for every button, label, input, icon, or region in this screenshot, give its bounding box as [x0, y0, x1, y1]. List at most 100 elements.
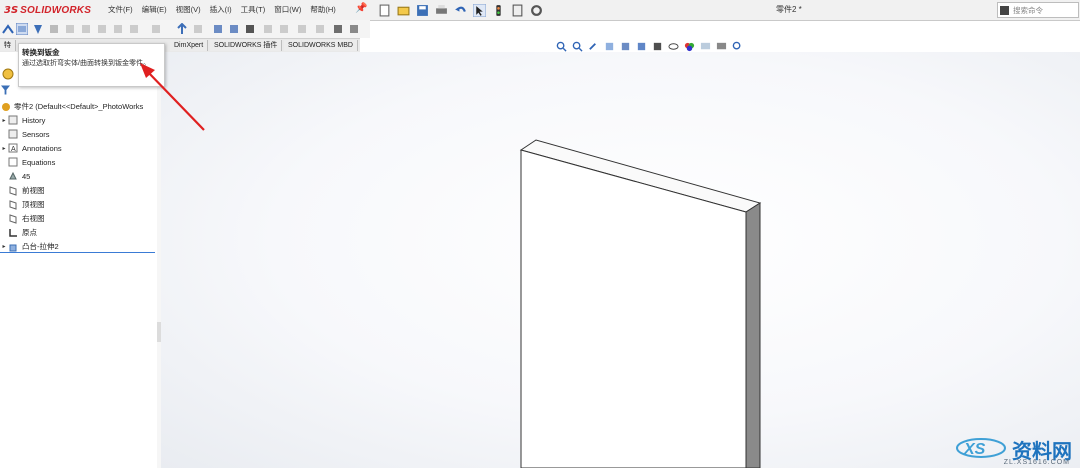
material-icon	[9, 171, 17, 180]
expand-arrow-icon[interactable]: ▸	[0, 145, 8, 152]
tab-dimxpert[interactable]: DimXpert	[170, 40, 209, 51]
logo-ds: 3S	[4, 4, 19, 16]
traffic-light-icon[interactable]	[492, 4, 505, 17]
tab-solidworks-mbd[interactable]: SOLIDWORKS MBD	[284, 40, 358, 51]
apply-scene-icon[interactable]	[700, 41, 711, 52]
tree-item-annotations[interactable]: ▸ A Annotations	[0, 143, 62, 153]
tree-item-sensors[interactable]: Sensors	[0, 129, 50, 139]
file-properties-icon[interactable]	[511, 4, 524, 17]
filter-icon[interactable]	[1, 85, 10, 95]
undo-icon[interactable]	[454, 4, 467, 17]
menu-tools[interactable]: 工具(T)	[241, 4, 266, 15]
unfold-icon[interactable]	[176, 23, 188, 35]
tree-item-origin[interactable]: 原点	[0, 227, 37, 238]
feature-manager-icon[interactable]	[2, 68, 14, 80]
extruded-cut-icon[interactable]	[296, 23, 308, 35]
graphics-area[interactable]: XS 资料网 ZL.XS1616.COM	[161, 52, 1080, 468]
3d-model[interactable]	[161, 52, 1080, 468]
tree-item-material[interactable]: 45	[0, 171, 30, 181]
tab-solidworks-addins[interactable]: SOLIDWORKS 插件	[210, 40, 283, 51]
tree-item-top-plane[interactable]: 顶视图	[0, 199, 45, 210]
tree-item-label: 45	[22, 171, 31, 181]
command-manager-toolbar	[0, 20, 370, 38]
plane-icon	[9, 185, 17, 196]
edit-appearance-icon[interactable]	[684, 41, 695, 52]
feature-manager-panel: 零件2 (Default<<Default>_PhotoWorks ▸ Hist…	[0, 52, 158, 468]
convert-to-sheet-metal-icon[interactable]	[16, 23, 28, 35]
pin-icon[interactable]: 📌	[355, 3, 367, 14]
menu-view[interactable]: 视图(V)	[176, 4, 201, 15]
display-style-icon[interactable]	[652, 41, 663, 52]
jog-icon[interactable]	[96, 23, 108, 35]
title-bar: 3S SOLIDWORKS 文件(F) 编辑(E) 视图(V) 插入(I) 工具…	[0, 0, 1080, 21]
tree-item-equations[interactable]: Equations	[0, 157, 55, 167]
lofted-bend-icon[interactable]	[32, 23, 44, 35]
equations-icon	[8, 157, 18, 167]
tree-item-label: 顶视图	[22, 200, 45, 209]
tree-item-label: Annotations	[22, 143, 62, 153]
expand-arrow-icon[interactable]: ▸	[0, 243, 8, 250]
open-folder-icon[interactable]	[397, 4, 410, 17]
select-arrow-icon[interactable]	[473, 3, 486, 17]
tree-rollback-bar[interactable]	[0, 252, 155, 253]
rip-icon[interactable]	[244, 23, 256, 35]
tree-item-front-plane[interactable]: 前视图	[0, 185, 45, 196]
vent-icon[interactable]	[262, 23, 274, 35]
tree-root[interactable]: 零件2 (Default<<Default>_PhotoWorks	[1, 101, 143, 112]
search-command-box[interactable]: 搜索命令	[997, 2, 1079, 18]
view-settings-icon[interactable]	[716, 41, 727, 52]
svg-text:XS: XS	[963, 441, 986, 458]
fold-icon[interactable]	[192, 23, 204, 35]
new-document-icon[interactable]	[378, 4, 391, 17]
simple-hole-icon[interactable]	[314, 23, 326, 35]
options-gear-icon[interactable]	[530, 4, 543, 17]
tab-features[interactable]: 特	[0, 40, 16, 51]
tree-item-boss-extrude2[interactable]: ▸ 凸台-拉伸2	[0, 241, 59, 252]
tree-item-history[interactable]: ▸ History	[0, 115, 45, 125]
menu-edit[interactable]: 编辑(E)	[142, 4, 167, 15]
menu-insert[interactable]: 插入(I)	[210, 4, 232, 15]
plane-icon	[9, 199, 17, 210]
zoom-icon[interactable]	[732, 41, 743, 52]
menu-bar: 文件(F) 编辑(E) 视图(V) 插入(I) 工具(T) 窗口(W) 帮助(H…	[108, 4, 345, 15]
hide-show-items-icon[interactable]	[668, 41, 679, 52]
tree-item-label: 右视图	[22, 214, 45, 223]
flatten-icon[interactable]	[212, 23, 224, 35]
part-icon	[2, 102, 10, 111]
hem-icon[interactable]	[80, 23, 92, 35]
menu-file[interactable]: 文件(F)	[108, 4, 133, 15]
sheet-metal-icon[interactable]	[2, 23, 14, 35]
cross-break-icon[interactable]	[128, 23, 140, 35]
solid-body-icon[interactable]	[332, 23, 344, 35]
menu-help[interactable]: 帮助(H)	[310, 4, 335, 15]
annotations-icon: A	[8, 143, 18, 153]
edge-flange-icon[interactable]	[48, 23, 60, 35]
previous-view-icon[interactable]	[588, 41, 599, 52]
sheet-body-icon[interactable]	[348, 23, 360, 35]
zoom-to-area-icon[interactable]	[572, 41, 583, 52]
miter-flange-icon[interactable]	[64, 23, 76, 35]
sketched-bend-icon[interactable]	[112, 23, 124, 35]
menu-window[interactable]: 窗口(W)	[274, 4, 301, 15]
tooltip-title: 转换到钣金	[22, 48, 60, 57]
corners-icon[interactable]	[150, 23, 162, 35]
print-icon[interactable]	[435, 4, 448, 17]
heads-up-view-toolbar	[556, 41, 743, 52]
tree-item-label: 原点	[22, 228, 37, 237]
history-icon	[8, 115, 18, 125]
quick-access-toolbar	[378, 2, 543, 18]
zoom-to-fit-icon[interactable]	[556, 41, 567, 52]
view-orientation-icon[interactable]	[636, 41, 647, 52]
tree-item-label: 前视图	[22, 186, 45, 195]
save-icon[interactable]	[416, 4, 429, 17]
dynamic-annotation-icon[interactable]	[620, 41, 631, 52]
tree-item-label: Equations	[22, 157, 56, 167]
expand-arrow-icon[interactable]: ▸	[0, 117, 8, 124]
solidworks-logo[interactable]: 3S SOLIDWORKS	[4, 3, 91, 17]
plate-side-face	[745, 202, 761, 468]
forming-tool-icon[interactable]	[278, 23, 290, 35]
section-view-icon[interactable]	[604, 41, 615, 52]
no-bends-icon[interactable]	[228, 23, 240, 35]
tree-item-label: History	[22, 115, 46, 125]
tree-item-right-plane[interactable]: 右视图	[0, 213, 45, 224]
